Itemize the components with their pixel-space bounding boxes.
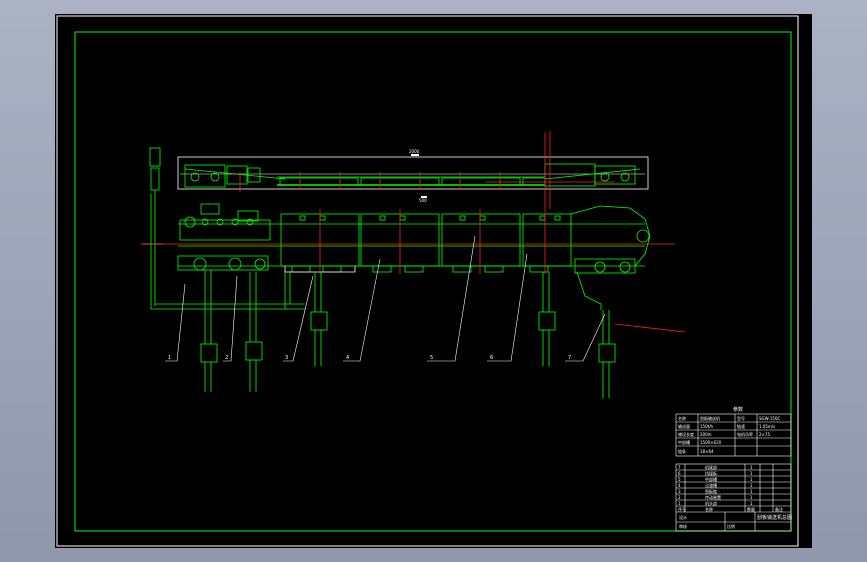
param-v2-0: SGW-150C: [759, 416, 781, 421]
part-qty-1: 1: [750, 471, 753, 476]
callout-6: 6: [490, 355, 493, 361]
cad-viewport[interactable]: 1 2 3 4 5 6 7 参数 名称 刮板输送机 型号 SGW-150C 输送…: [55, 14, 812, 548]
param-k1-0: 名称: [678, 415, 686, 421]
part-qty-4: 1: [750, 489, 753, 494]
props: [200, 270, 616, 398]
drawing-name: 刮板输送机总图: [757, 514, 792, 521]
parts-header-qty: 数量: [747, 506, 755, 512]
param-k1-2: 铺设长度: [678, 431, 694, 437]
callout-labels: 1 2 3 4 5 6 7: [168, 355, 571, 361]
param-v2-1: 1.05m/s: [759, 424, 775, 429]
param-k1-4: 链条: [678, 448, 686, 454]
callout-1: 1: [168, 355, 171, 361]
parts-rows: 7 机尾部 1 6 挡煤板 1 5 中部槽 1 4 过渡槽 1 3 刮板链 1 …: [678, 464, 792, 529]
callout-4: 4: [346, 355, 349, 361]
part-name-1: 挡煤板: [705, 470, 717, 476]
param-v1-0: 刮板输送机: [700, 415, 720, 421]
part-name-6: 机头部: [705, 500, 717, 506]
dimension-top: 2000: [409, 149, 420, 154]
parts-header-name: 名称: [705, 506, 713, 512]
part-qty-5: 1: [750, 495, 753, 500]
part-no-5: 2: [678, 495, 681, 500]
footer-mid: 审核: [679, 523, 687, 529]
param-v1-3: 1500×620: [700, 440, 722, 445]
conveyor-drawing: 1 2 3 4 5 6 7 参数 名称 刮板输送机 型号 SGW-150C 输送…: [56, 15, 799, 547]
part-no-2: 5: [678, 477, 681, 482]
part-name-0: 机尾部: [705, 464, 717, 470]
footer-left: 设计: [679, 514, 687, 520]
outer-frame: [56, 15, 799, 547]
param-k2-2: 电机功率: [737, 431, 753, 437]
part-qty-3: 1: [750, 483, 753, 488]
callout-2: 2: [225, 355, 228, 361]
part-name-2: 中部槽: [705, 476, 717, 482]
part-name-3: 过渡槽: [705, 482, 717, 488]
callout-7: 7: [568, 355, 571, 361]
param-v1-1: 150t/h: [700, 424, 714, 429]
part-no-3: 4: [678, 483, 681, 488]
callout-5: 5: [430, 355, 433, 361]
callout-3: 3: [285, 355, 288, 361]
callout-leaders: [165, 235, 606, 362]
part-name-5: 传动装置: [705, 494, 721, 500]
part-name-4: 刮板链: [705, 488, 717, 494]
param-rows: 名称 刮板输送机 型号 SGW-150C 输送量 150t/h 链速 1.05m…: [678, 415, 781, 454]
param-v1-4: 18×64: [700, 449, 714, 454]
side-view: [177, 203, 651, 274]
dimension-mid: 500: [419, 198, 427, 203]
param-v1-2: 200m: [700, 432, 712, 437]
part-no-4: 3: [678, 489, 681, 494]
part-no-6: 1: [678, 501, 681, 506]
part-no-0: 7: [678, 465, 681, 470]
center-lines: [140, 132, 686, 333]
part-qty-2: 1: [750, 477, 753, 482]
parts-header-no: 序号: [678, 506, 686, 512]
param-k1-1: 输送量: [678, 423, 690, 429]
param-k2-1: 链速: [737, 423, 745, 429]
part-qty-0: 1: [750, 465, 753, 470]
part-qty-6: 1: [750, 501, 753, 506]
param-k1-3: 中部槽: [678, 439, 690, 445]
param-header: 参数: [733, 406, 743, 413]
part-no-1: 6: [678, 471, 681, 476]
param-k2-0: 型号: [737, 415, 745, 421]
footer-right: 比例: [727, 523, 735, 529]
parts-header-note: 备注: [775, 506, 783, 512]
param-v2-2: 2×75: [759, 432, 770, 437]
top-view: [177, 131, 649, 209]
